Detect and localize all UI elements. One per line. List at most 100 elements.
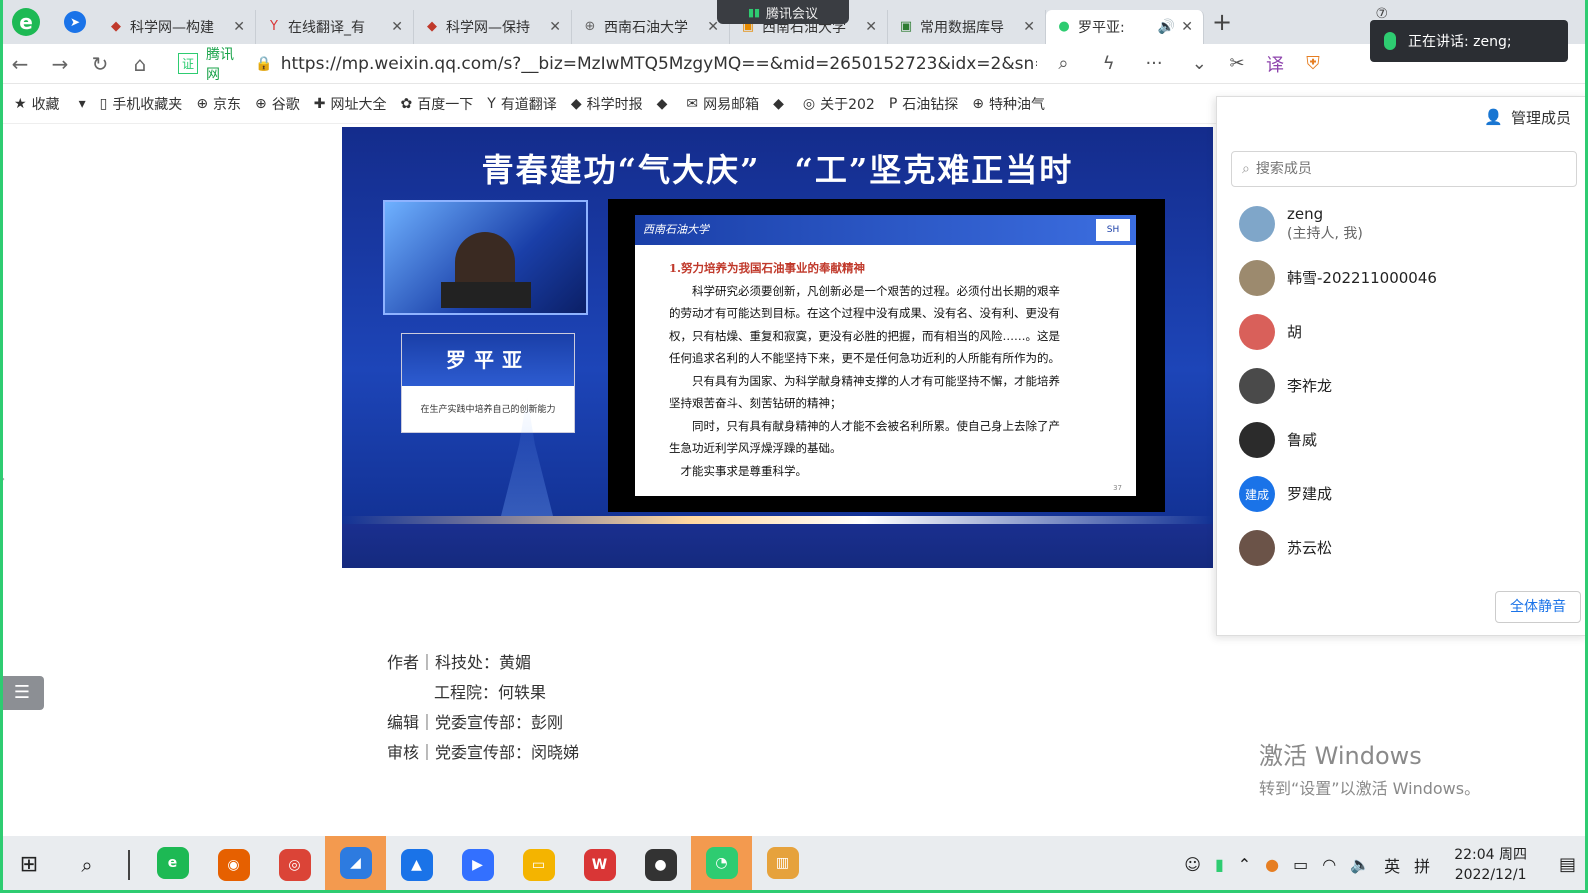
close-tab-icon[interactable]: ✕ xyxy=(1181,19,1193,35)
volume-icon[interactable]: 🔈 xyxy=(1350,855,1370,874)
tab-favicon-icon: ◆ xyxy=(427,19,437,34)
bookmark-8[interactable]: ◆ 科学时报 xyxy=(571,94,643,114)
certificate-badge[interactable]: 证 xyxy=(178,53,199,74)
qq-tray-icon[interactable]: ● xyxy=(1265,855,1279,874)
member-item[interactable]: zeng (主持人, 我) xyxy=(1217,197,1587,251)
taskbar-app-ie-browser[interactable]: e xyxy=(142,836,203,893)
translate-icon[interactable]: 译 xyxy=(1256,51,1294,77)
taskbar-app-feishu[interactable]: ▶ xyxy=(447,836,508,893)
expand-arrow-icon[interactable]: › xyxy=(1,474,5,485)
taskbar-app-chrome[interactable]: ◎ xyxy=(264,836,325,893)
more-icon[interactable]: ··· xyxy=(1135,53,1172,74)
taskbar-app-file-explorer[interactable]: ▭ xyxy=(508,836,569,893)
mute-all-button[interactable]: 全体静音 xyxy=(1495,591,1581,623)
bookmark-0[interactable]: ★ 收藏 xyxy=(14,94,60,114)
university-name: 西南石油大学 xyxy=(643,223,709,236)
ime-indicator[interactable]: 拼 xyxy=(1414,853,1430,877)
member-search[interactable]: ⌕ xyxy=(1231,151,1577,187)
home-button[interactable]: ⌂ xyxy=(120,52,160,76)
bookmark-icon: ✚ xyxy=(313,95,326,112)
pinned-tab[interactable]: ➤ xyxy=(52,11,98,33)
new-tab-button[interactable]: + xyxy=(1204,8,1240,36)
bookmark-label: 有道翻译 xyxy=(500,96,557,113)
input-language[interactable]: 英 xyxy=(1384,853,1400,877)
credit-line: 编辑｜党委宣传部：彭刚 xyxy=(387,713,564,732)
close-tab-icon[interactable]: ✕ xyxy=(391,19,403,35)
taskbar-app-wechat[interactable]: ◔ xyxy=(691,836,752,893)
reload-button[interactable]: ↻ xyxy=(80,52,120,76)
close-tab-icon[interactable]: ✕ xyxy=(1023,19,1035,35)
member-item[interactable]: 胡 xyxy=(1217,305,1587,359)
member-search-input[interactable] xyxy=(1255,161,1556,177)
url-text[interactable]: https://mp.weixin.qq.com/s?__biz=MzIwMTQ… xyxy=(281,54,1037,74)
close-tab-icon[interactable]: ✕ xyxy=(549,19,561,35)
bookmark-1[interactable]: ▾ xyxy=(74,96,86,112)
taskbar-app-archive[interactable]: ▥ xyxy=(752,836,813,893)
bookmark-13[interactable]: P 石油钻探 xyxy=(889,94,958,114)
people-icon[interactable]: ☺ xyxy=(1184,855,1201,874)
tab-6[interactable]: ● 罗平亚: 🔊 ✕ xyxy=(1046,10,1204,44)
url-field[interactable]: 证 腾讯网 🔒 https://mp.weixin.qq.com/s?__biz… xyxy=(178,47,1218,83)
tab-0[interactable]: ◆ 科学网—构建 ✕ xyxy=(98,10,256,44)
close-tab-icon[interactable]: ✕ xyxy=(233,19,245,35)
notification-icon[interactable]: ▤ xyxy=(1559,854,1576,875)
bookmark-6[interactable]: ✿ 百度一下 xyxy=(401,94,474,114)
bookmark-3[interactable]: ⊕ 京东 xyxy=(196,94,241,114)
bookmark-2[interactable]: ▯ 手机收藏夹 xyxy=(100,94,183,114)
back-button[interactable]: ← xyxy=(0,52,40,76)
browser-logo[interactable]: e xyxy=(0,0,52,44)
scissors-icon[interactable]: ✂ xyxy=(1218,53,1256,74)
tab-3[interactable]: ⊕ 西南石油大学 ✕ xyxy=(572,10,730,44)
chevron-down-icon[interactable]: ⌄ xyxy=(1181,53,1218,74)
doc-line: 权，只有枯燥、重复和寂寞，更没有必胜的把握，而有相当的风险……。这是 xyxy=(669,328,1060,343)
meeting-indicator[interactable]: ▮▮ 腾讯会议 xyxy=(717,0,849,24)
presentation-page: 西南石油大学 SH 1.努力培养为我国石油事业的奉献精神 科学研究必须要创新，凡… xyxy=(635,215,1136,496)
lightning-icon[interactable]: ϟ xyxy=(1090,53,1127,74)
member-item[interactable]: 韩雪-202211000046 xyxy=(1217,251,1587,305)
wifi-icon[interactable]: ◠ xyxy=(1322,855,1336,874)
battery-icon[interactable]: ▭ xyxy=(1293,855,1308,874)
battery-charge-icon[interactable]: ▮ xyxy=(1215,855,1224,874)
zoom-icon[interactable]: ⌕ xyxy=(1045,53,1082,74)
bookmark-12[interactable]: ◎ 关于202 xyxy=(803,94,875,114)
doc-line: 任何追求名利的人不能坚持下来，更不是任何急功近利的人所能有所作为的。 xyxy=(669,351,1060,365)
close-tab-icon[interactable]: ✕ xyxy=(865,19,877,35)
doc-line: 生急功近利学风浮燥浮躁的基础。 xyxy=(669,441,842,455)
bookmark-4[interactable]: ⊕ 谷歌 xyxy=(255,94,300,114)
bookmark-5[interactable]: ✚ 网址大全 xyxy=(314,94,387,114)
taskbar-search-icon[interactable]: ⌕ xyxy=(58,853,116,877)
tab-5[interactable]: ▣ 常用数据库导 ✕ xyxy=(888,10,1046,44)
avatar xyxy=(1239,314,1275,350)
bookmark-icon: ⊕ xyxy=(255,95,267,112)
clock[interactable]: 22:04 周四 2022/12/1 xyxy=(1454,845,1527,885)
member-item[interactable]: 建成 罗建成 xyxy=(1217,467,1587,521)
taskbar-app-wps[interactable]: W xyxy=(569,836,630,893)
bookmark-icon: Y xyxy=(487,95,496,112)
lock-icon[interactable]: 🔒 xyxy=(255,56,272,72)
taskbar-app-firefox[interactable]: ◉ xyxy=(203,836,264,893)
taskbar-app-qq[interactable]: ● xyxy=(630,836,691,893)
address-bar-row: ← → ↻ ⌂ 证 腾讯网 🔒 https://mp.weixin.qq.com… xyxy=(0,44,1588,84)
archive-icon: ▥ xyxy=(766,847,799,879)
tab-favicon-icon: ⊕ xyxy=(584,19,596,34)
tab-2[interactable]: ◆ 科学网—保持 ✕ xyxy=(414,10,572,44)
member-item[interactable]: 苏云松 xyxy=(1217,521,1587,575)
bookmark-7[interactable]: Y 有道翻译 xyxy=(487,94,557,114)
panel-header[interactable]: 👤 管理成员 xyxy=(1217,97,1587,137)
chevron-up-icon[interactable]: ⌃ xyxy=(1238,855,1251,874)
audio-icon[interactable]: 🔊 xyxy=(1158,19,1175,35)
system-tray: ☺ ▮ ⌃ ● ▭ ◠ 🔈 英 拼 22:04 周四 2022/12/1 ▤ xyxy=(1184,836,1576,893)
member-item[interactable]: 李祚龙 xyxy=(1217,359,1587,413)
shield-icon[interactable]: ⛨ xyxy=(1294,53,1332,74)
forward-button[interactable]: → xyxy=(40,52,80,76)
toc-button[interactable]: ☰ xyxy=(0,676,44,710)
taskbar-app-photos[interactable]: ▲ xyxy=(386,836,447,893)
start-button[interactable]: ⊞ xyxy=(0,852,58,877)
taskbar-app-tencent-meeting[interactable]: ◢ xyxy=(325,836,386,893)
tab-1[interactable]: Y 在线翻译_有 ✕ xyxy=(256,10,414,44)
bookmark-10[interactable]: ✉ 网易邮箱 xyxy=(686,94,759,114)
bookmark-9[interactable]: ◆ xyxy=(657,96,673,112)
member-item[interactable]: 鲁威 xyxy=(1217,413,1587,467)
bookmark-11[interactable]: ◆ xyxy=(773,96,789,112)
bookmark-14[interactable]: ⊕ 特种油气 xyxy=(972,94,1045,114)
